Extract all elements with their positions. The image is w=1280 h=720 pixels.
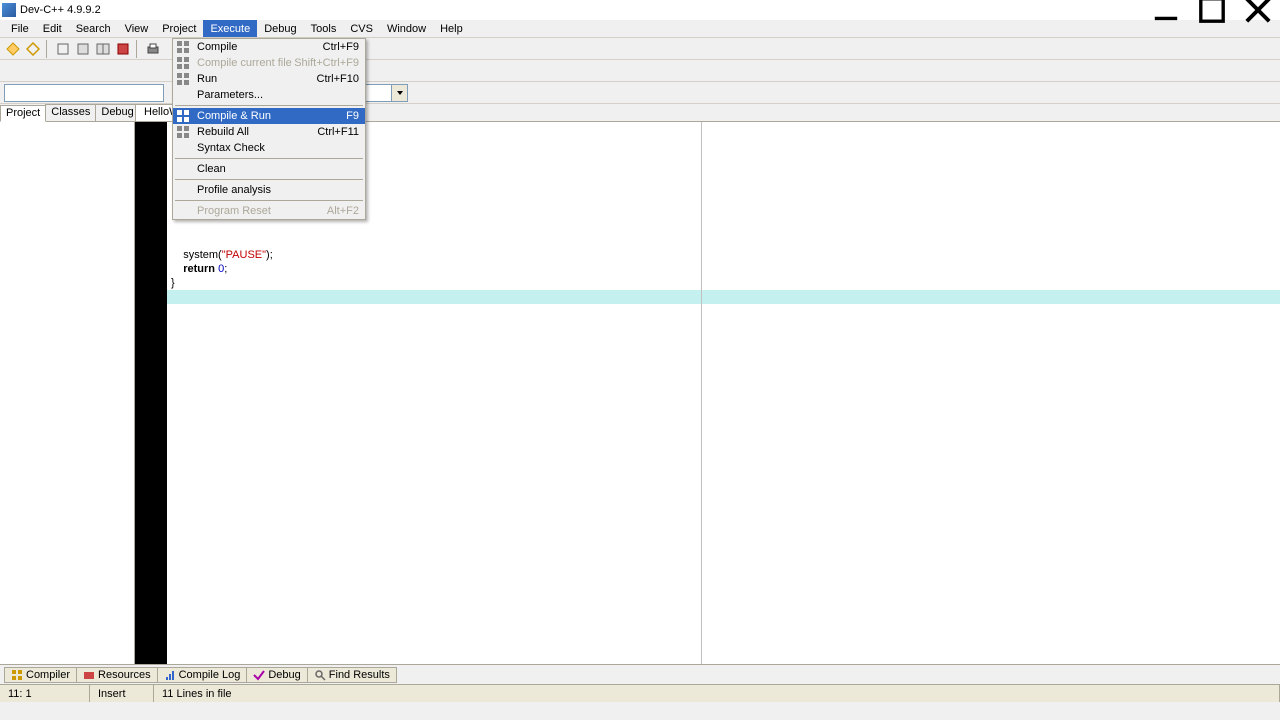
menu-item-accel: F9	[346, 110, 359, 122]
menu-item-syntax-check[interactable]: Syntax Check	[173, 140, 365, 156]
code-line: system("PAUSE");	[167, 248, 1280, 262]
sidebar-content	[0, 122, 134, 664]
menu-debug[interactable]: Debug	[257, 20, 303, 37]
menu-separator	[175, 105, 363, 106]
minimize-button[interactable]	[1152, 1, 1180, 19]
menu-item-label: Compile	[197, 41, 323, 53]
menu-search[interactable]: Search	[69, 20, 118, 37]
status-info: 11 Lines in file	[154, 685, 1280, 702]
tb-icon-3[interactable]	[94, 40, 112, 58]
tb-icon-4[interactable]	[114, 40, 132, 58]
titlebar: Dev-C++ 4.9.9.2	[0, 0, 1280, 20]
current-line-highlight	[167, 290, 1280, 304]
code-line: return 0;	[167, 262, 1280, 276]
sidebar-tab-debug[interactable]: Debug	[95, 104, 139, 121]
window-title: Dev-C++ 4.9.9.2	[20, 4, 1152, 16]
execute-menu-dropdown: CompileCtrl+F9Compile current fileShift+…	[172, 38, 366, 220]
menu-item-rebuild-all[interactable]: Rebuild AllCtrl+F11	[173, 124, 365, 140]
menu-item-accel: Ctrl+F11	[317, 126, 359, 138]
menu-view[interactable]: View	[118, 20, 156, 37]
menu-item-clean[interactable]: Clean	[173, 161, 365, 177]
grid-icon	[176, 56, 190, 70]
bottom-tab-debug[interactable]: Debug	[246, 667, 307, 683]
menu-item-accel: Alt+F2	[327, 205, 359, 217]
menu-help[interactable]: Help	[433, 20, 470, 37]
menu-execute[interactable]: Execute	[203, 20, 257, 37]
code-line: }	[167, 276, 1280, 290]
close-button[interactable]	[1244, 1, 1272, 19]
menu-item-label: Compile & Run	[197, 110, 346, 122]
margin-rule	[701, 122, 702, 664]
bottom-tab-compile-log[interactable]: Compile Log	[157, 667, 248, 683]
status-mode: Insert	[90, 685, 154, 702]
menu-window[interactable]: Window	[380, 20, 433, 37]
menu-item-compile[interactable]: CompileCtrl+F9	[173, 39, 365, 55]
menu-item-label: Rebuild All	[197, 126, 317, 138]
combo-arrow-icon[interactable]	[392, 84, 408, 102]
new-source-icon[interactable]	[4, 40, 22, 58]
menu-item-label: Parameters...	[197, 89, 359, 101]
menu-separator	[175, 200, 363, 201]
menu-separator	[175, 179, 363, 180]
tb-icon-2[interactable]	[74, 40, 92, 58]
statusbar: 11: 1 Insert 11 Lines in file	[0, 684, 1280, 702]
menu-item-label: Compile current file	[197, 57, 294, 69]
code-line	[167, 234, 1280, 248]
menu-item-label: Clean	[197, 163, 359, 175]
menu-item-compile-current-file: Compile current fileShift+Ctrl+F9	[173, 55, 365, 71]
box-icon	[176, 72, 190, 86]
menu-separator	[175, 158, 363, 159]
status-position: 11: 1	[0, 685, 90, 702]
menu-project[interactable]: Project	[155, 20, 203, 37]
menu-item-label: Profile analysis	[197, 184, 359, 196]
menu-file[interactable]: File	[4, 20, 36, 37]
menu-item-compile-run[interactable]: Compile & RunF9	[173, 108, 365, 124]
menu-item-accel: Shift+Ctrl+F9	[294, 57, 359, 69]
menubar: FileEditSearchViewProjectExecuteDebugToo…	[0, 20, 1280, 38]
open-project-icon[interactable]	[24, 40, 42, 58]
maximize-button[interactable]	[1198, 1, 1226, 19]
menu-cvs[interactable]: CVS	[343, 20, 380, 37]
menu-item-profile-analysis[interactable]: Profile analysis	[173, 182, 365, 198]
menu-item-label: Run	[197, 73, 317, 85]
menu-item-label: Syntax Check	[197, 142, 359, 154]
menu-item-accel: Ctrl+F9	[323, 41, 359, 53]
bottom-tab-resources[interactable]: Resources	[76, 667, 158, 683]
code-line	[167, 220, 1280, 234]
combo-left[interactable]	[4, 84, 164, 102]
app-icon	[2, 3, 16, 17]
bottom-tab-compiler[interactable]: Compiler	[4, 667, 77, 683]
menu-item-run[interactable]: RunCtrl+F10	[173, 71, 365, 87]
menu-item-label: Program Reset	[197, 205, 327, 217]
bottom-tab-find-results[interactable]: Find Results	[307, 667, 397, 683]
print-icon[interactable]	[144, 40, 162, 58]
menu-item-parameters-[interactable]: Parameters...	[173, 87, 365, 103]
grid-icon	[176, 40, 190, 54]
menu-item-program-reset: Program ResetAlt+F2	[173, 203, 365, 219]
menu-edit[interactable]: Edit	[36, 20, 69, 37]
tb-icon-1[interactable]	[54, 40, 72, 58]
menu-item-accel: Ctrl+F10	[317, 73, 360, 85]
sidebar-tab-project[interactable]: Project	[0, 105, 46, 122]
grid-icon	[176, 109, 190, 123]
grid-icon	[176, 125, 190, 139]
sidebar-tab-classes[interactable]: Classes	[45, 104, 96, 121]
menu-tools[interactable]: Tools	[304, 20, 344, 37]
editor-gutter	[135, 122, 167, 664]
bottom-tabs: CompilerResourcesCompile LogDebugFind Re…	[0, 664, 1280, 684]
sidebar: ProjectClassesDebug	[0, 104, 135, 664]
